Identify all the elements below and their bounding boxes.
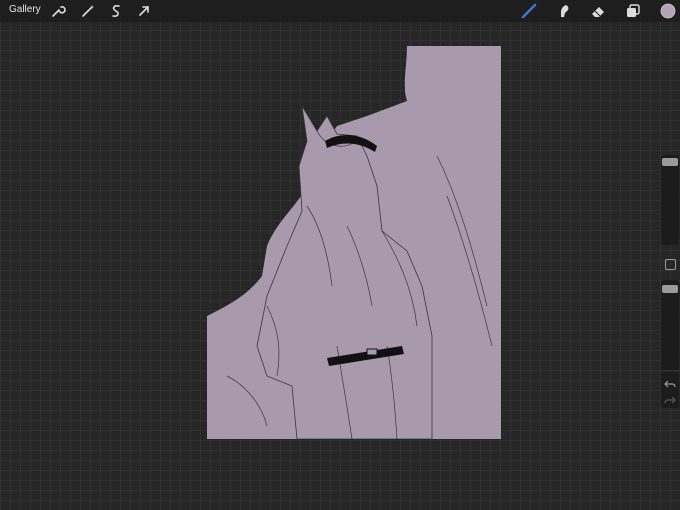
brush-icon[interactable] (521, 3, 537, 19)
canvas-artwork[interactable] (207, 46, 503, 439)
undo-icon[interactable] (664, 377, 676, 389)
color-swatch[interactable] (660, 3, 676, 19)
brush-size-thumb[interactable] (662, 158, 678, 166)
magic-wand-icon[interactable] (80, 3, 96, 19)
gallery-button[interactable]: Gallery (9, 4, 41, 15)
eraser-icon[interactable] (590, 3, 606, 19)
opacity-thumb[interactable] (662, 285, 678, 293)
transform-arrow-icon[interactable] (136, 3, 152, 19)
layers-icon[interactable] (625, 3, 641, 19)
top-toolbar: Gallery (0, 0, 680, 22)
selection-icon[interactable] (108, 3, 124, 19)
redo-icon[interactable] (664, 393, 676, 405)
opacity-slider[interactable] (661, 280, 679, 370)
modify-button[interactable] (665, 259, 676, 270)
brush-size-slider[interactable] (661, 155, 679, 245)
smudge-icon[interactable] (556, 3, 572, 19)
wrench-icon[interactable] (50, 3, 66, 19)
